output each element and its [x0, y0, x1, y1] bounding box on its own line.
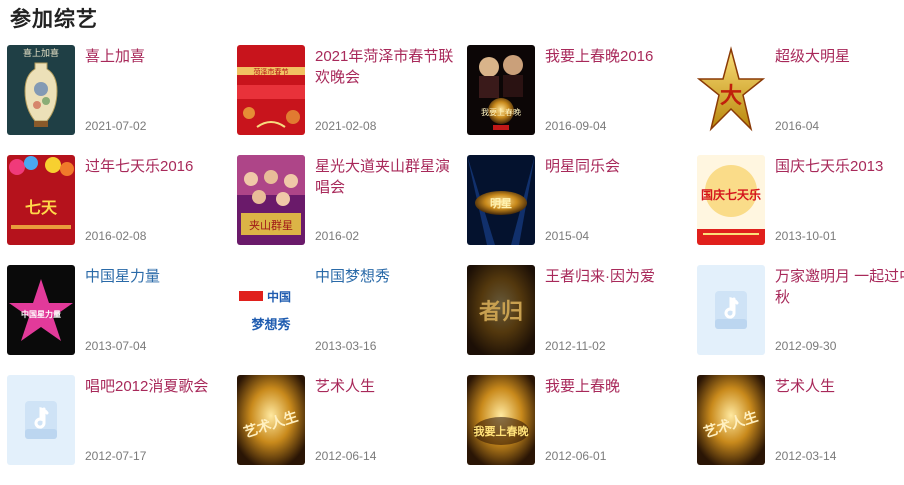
poster-art: 我要上春晚 — [467, 375, 535, 465]
svg-text:梦想秀: 梦想秀 — [251, 317, 291, 333]
show-thumbnail[interactable]: 我要上春晚 — [467, 375, 535, 465]
show-date: 2012-07-17 — [85, 449, 147, 463]
show-thumbnail[interactable]: 我要上春晚 — [467, 45, 535, 135]
poster-art: 喜上加喜 — [7, 45, 75, 135]
poster-art: 菏泽市春节 — [237, 45, 305, 135]
show-date: 2021-02-08 — [315, 119, 377, 133]
show-date: 2016-09-04 — [545, 119, 607, 133]
poster-art: 我要上春晚 — [467, 45, 535, 135]
show-date: 2013-03-16 — [315, 339, 377, 353]
show-date: 2016-02-08 — [85, 229, 147, 243]
poster-art: 夹山群星 — [237, 155, 305, 245]
show-name[interactable]: 我要上春晚2016 — [545, 46, 685, 67]
poster-art: 明星 — [467, 155, 535, 245]
show-name[interactable]: 中国梦想秀 — [315, 266, 455, 287]
show-date: 2013-10-01 — [775, 229, 837, 243]
show-card[interactable]: 夹山群星 星光大道夹山群星演唱会 2016-02 — [237, 155, 467, 265]
svg-text:我要上春晚: 我要上春晚 — [474, 424, 529, 438]
show-date: 2012-06-14 — [315, 449, 377, 463]
show-thumbnail[interactable] — [697, 265, 765, 355]
poster-art — [7, 375, 75, 465]
show-thumbnail[interactable]: 夹山群星 — [237, 155, 305, 245]
svg-text:喜上加喜: 喜上加喜 — [23, 47, 59, 59]
poster-art: 七天 — [7, 155, 75, 245]
poster-art: 艺术人生 — [237, 375, 305, 465]
show-card[interactable]: 喜上加喜 喜上加喜 2021-07-02 — [7, 45, 237, 155]
svg-text:七天: 七天 — [25, 198, 58, 217]
svg-text:国庆七天乐: 国庆七天乐 — [701, 187, 761, 202]
svg-text:我要上春晚: 我要上春晚 — [481, 107, 521, 117]
show-card[interactable]: 七天 过年七天乐2016 2016-02-08 — [7, 155, 237, 265]
show-name[interactable]: 王者归来·因为爱 — [545, 266, 685, 287]
show-name[interactable]: 过年七天乐2016 — [85, 156, 225, 177]
section-title: 参加综艺 — [10, 8, 98, 31]
show-thumbnail[interactable]: 大 — [697, 45, 765, 135]
show-thumbnail[interactable]: 中国星力量 — [7, 265, 75, 355]
show-card[interactable]: 中国星力量 中国星力量 2013-07-04 — [7, 265, 237, 375]
show-thumbnail[interactable]: 国庆七天乐 — [697, 155, 765, 245]
svg-text:者归: 者归 — [478, 300, 523, 325]
show-thumbnail[interactable]: 者归 — [467, 265, 535, 355]
show-date: 2012-09-30 — [775, 339, 837, 353]
show-card[interactable]: 万家邀明月 一起过中秋 2012-09-30 — [697, 265, 904, 375]
show-card[interactable]: 者归 王者归来·因为爱 2012-11-02 — [467, 265, 697, 375]
svg-text:明星: 明星 — [490, 197, 512, 210]
svg-text:夹山群星: 夹山群星 — [249, 218, 293, 232]
poster-art: 艺术人生 — [697, 375, 765, 465]
poster-art: 者归 — [467, 265, 535, 355]
show-date: 2012-06-01 — [545, 449, 607, 463]
show-card[interactable]: 艺术人生 艺术人生 2012-03-14 — [697, 375, 904, 485]
poster-art: 国庆七天乐 — [697, 155, 765, 245]
show-card[interactable]: 明星 明星同乐会 2015-04 — [467, 155, 697, 265]
show-thumbnail[interactable]: 明星 — [467, 155, 535, 245]
show-name[interactable]: 明星同乐会 — [545, 156, 685, 177]
show-thumbnail[interactable]: 中国 梦想秀 — [237, 265, 305, 355]
poster-art: 中国 梦想秀 — [237, 265, 305, 355]
show-thumbnail[interactable]: 艺术人生 — [697, 375, 765, 465]
show-thumbnail[interactable] — [7, 375, 75, 465]
show-date: 2013-07-04 — [85, 339, 147, 353]
show-card[interactable]: 大 超级大明星 2016-04 — [697, 45, 904, 155]
show-card[interactable]: 我要上春晚 我要上春晚 2012-06-01 — [467, 375, 697, 485]
show-card[interactable]: 艺术人生 艺术人生 2012-06-14 — [237, 375, 467, 485]
poster-art: 大 — [697, 45, 765, 135]
show-thumbnail[interactable]: 喜上加喜 — [7, 45, 75, 135]
show-name[interactable]: 国庆七天乐2013 — [775, 156, 904, 177]
show-name[interactable]: 2021年菏泽市春节联欢晚会 — [315, 46, 455, 88]
show-thumbnail[interactable]: 艺术人生 — [237, 375, 305, 465]
show-name[interactable]: 万家邀明月 一起过中秋 — [775, 266, 904, 308]
show-card[interactable]: 中国 梦想秀 中国梦想秀 2013-03-16 — [237, 265, 467, 375]
variety-show-grid: 喜上加喜 喜上加喜 2021-07-02 菏泽市春节 2021年菏泽市春节联欢晚会… — [7, 45, 904, 485]
svg-text:菏泽市春节: 菏泽市春节 — [254, 67, 289, 76]
svg-text:大: 大 — [720, 84, 742, 109]
poster-art — [697, 265, 765, 355]
svg-text:中国星力量: 中国星力量 — [21, 309, 61, 319]
show-date: 2021-07-02 — [85, 119, 147, 133]
show-name[interactable]: 超级大明星 — [775, 46, 904, 67]
show-card[interactable]: 国庆七天乐 国庆七天乐2013 2013-10-01 — [697, 155, 904, 265]
poster-art: 中国星力量 — [7, 265, 75, 355]
show-name[interactable]: 喜上加喜 — [85, 46, 225, 67]
show-thumbnail[interactable]: 七天 — [7, 155, 75, 245]
show-date: 2016-02 — [315, 229, 360, 243]
show-name[interactable]: 星光大道夹山群星演唱会 — [315, 156, 455, 198]
show-name[interactable]: 艺术人生 — [775, 376, 904, 397]
show-card[interactable]: 菏泽市春节 2021年菏泽市春节联欢晚会 2021-02-08 — [237, 45, 467, 155]
show-name[interactable]: 唱吧2012消夏歌会 — [85, 376, 225, 397]
show-name[interactable]: 中国星力量 — [85, 266, 225, 287]
show-date: 2012-11-02 — [545, 339, 606, 353]
show-name[interactable]: 艺术人生 — [315, 376, 455, 397]
show-date: 2012-03-14 — [775, 449, 837, 463]
show-card[interactable]: 我要上春晚 我要上春晚2016 2016-09-04 — [467, 45, 697, 155]
show-card[interactable]: 唱吧2012消夏歌会 2012-07-17 — [7, 375, 237, 485]
show-thumbnail[interactable]: 菏泽市春节 — [237, 45, 305, 135]
show-name[interactable]: 我要上春晚 — [545, 376, 685, 397]
show-date: 2015-04 — [545, 229, 590, 243]
svg-text:中国: 中国 — [267, 289, 291, 304]
show-date: 2016-04 — [775, 119, 820, 133]
